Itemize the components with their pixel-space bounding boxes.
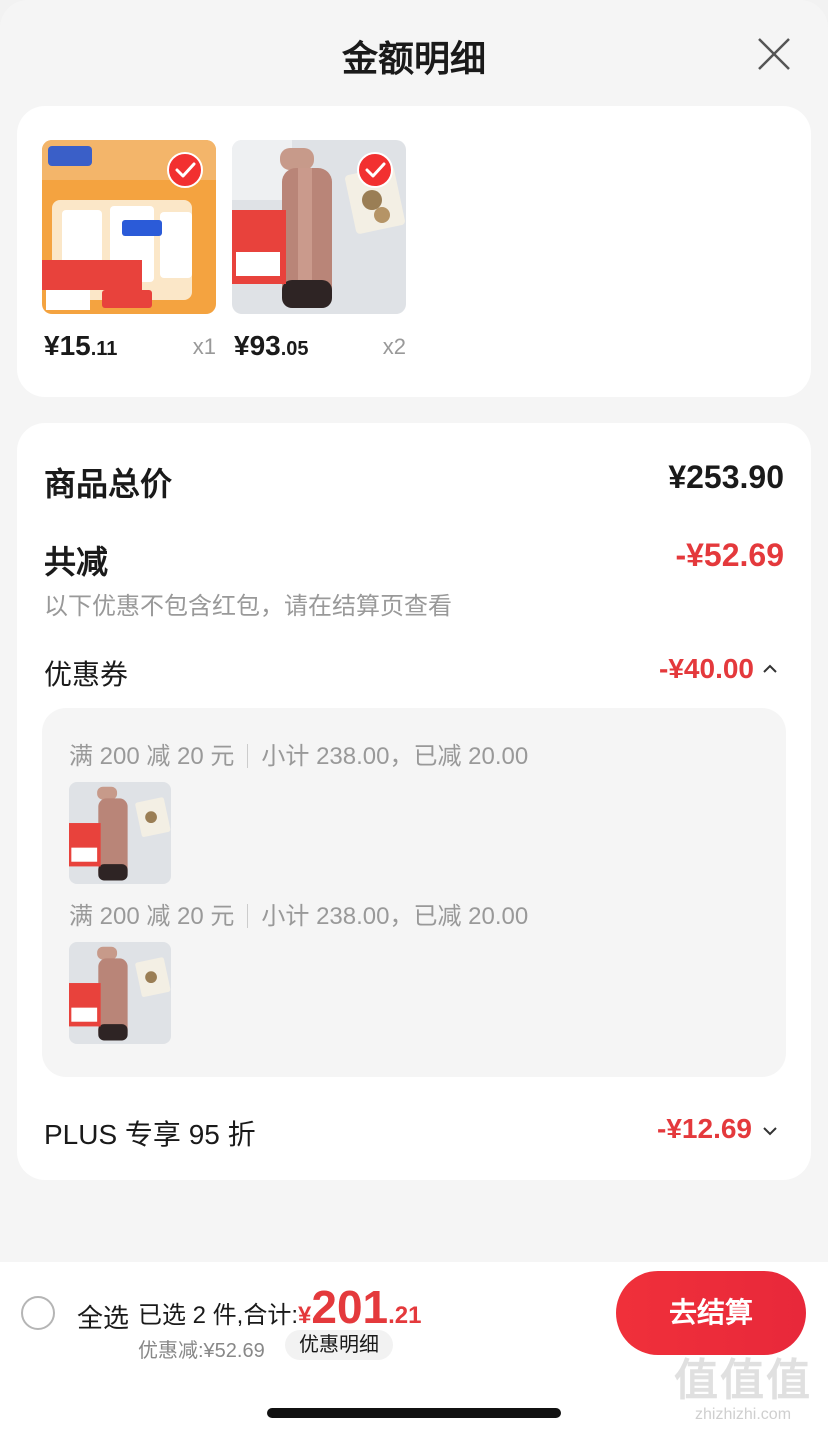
discount-amount: 优惠减:¥52.69 <box>138 1340 265 1362</box>
close-icon[interactable] <box>756 36 792 72</box>
total-price-label: 商品总价 <box>44 466 173 502</box>
product-price: ¥93.05 <box>234 330 309 361</box>
coupon-details-panel: 满 200 减 20 元小计 238.00，已减 20.00 满 200 减 2… <box>42 708 786 1077</box>
select-all-radio[interactable] <box>21 1296 55 1330</box>
reduction-note: 以下优惠不包含红包，请在结算页查看 <box>44 593 452 620</box>
selected-products-card: ¥15.11 x1 ¥93.05 x2 <box>17 106 811 397</box>
total-reduction-value: -¥52.69 <box>675 537 784 573</box>
select-all-label[interactable]: 全选 <box>77 1298 129 1335</box>
paper-cups-product-image <box>42 140 216 314</box>
amount-detail-sheet: 金额明细 ¥15.11 x1 ¥93.05 x2 商品总价 ¥253.90 共减… <box>0 0 828 1262</box>
checkmark-icon[interactable] <box>167 152 203 188</box>
product-quantity: x2 <box>382 334 406 359</box>
thermos-product-image <box>232 140 406 314</box>
price-breakdown-card: 商品总价 ¥253.90 共减 -¥52.69 以下优惠不包含红包，请在结算页查… <box>17 423 811 1180</box>
coupon-rule-line: 满 200 减 20 元小计 238.00，已减 20.00 <box>69 743 529 770</box>
coupon-label: 优惠券 <box>44 659 129 690</box>
product-quantity: x1 <box>192 334 216 359</box>
checkout-bar: 全选 已选 2 件,合计:¥201.21 优惠减:¥52.69 优惠明细 去结算 <box>0 1262 828 1362</box>
watermark-logo: 值值值 <box>674 1356 812 1405</box>
coupon-rule-line: 满 200 减 20 元小计 238.00，已减 20.00 <box>69 903 529 930</box>
plus-discount-label: PLUS 专享 95 折 <box>44 1119 256 1150</box>
selection-summary: 已选 2 件,合计:¥201.21 <box>138 1281 422 1333</box>
coupon-value: -¥40.00 <box>659 653 754 684</box>
discount-detail-button[interactable]: 优惠明细 <box>285 1330 393 1360</box>
sheet-title: 金额明细 <box>341 38 486 79</box>
watermark-url: zhizhizhi.com <box>694 1406 792 1423</box>
thermos-product-image <box>69 782 171 884</box>
total-price-value: ¥253.90 <box>668 459 784 495</box>
product-price: ¥15.11 <box>44 330 118 361</box>
thermos-product-image <box>69 942 171 1044</box>
home-indicator[interactable] <box>267 1408 561 1418</box>
total-reduction-label: 共减 <box>44 544 109 580</box>
chevron-up-icon[interactable] <box>762 663 778 675</box>
site-watermark: 值值值 zhizhizhi.com <box>668 1356 818 1428</box>
checkout-button[interactable]: 去结算 <box>616 1271 806 1355</box>
product-item[interactable]: ¥93.05 x2 <box>232 140 408 361</box>
checkmark-icon[interactable] <box>357 152 393 188</box>
chevron-down-icon[interactable] <box>762 1125 778 1137</box>
product-item[interactable]: ¥15.11 x1 <box>42 140 218 361</box>
plus-discount-value: -¥12.69 <box>657 1113 752 1144</box>
